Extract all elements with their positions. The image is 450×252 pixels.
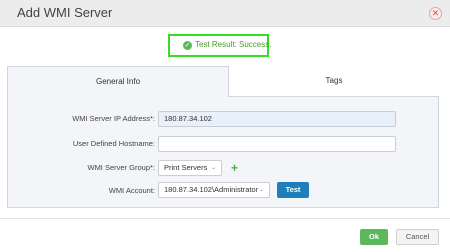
hostname-label: User Defined Hostname:	[72, 139, 155, 148]
tab-tags[interactable]: Tags	[229, 66, 439, 97]
add-wmi-server-dialog: Add WMI Server ✕ ✓ Test Result: Success.…	[0, 0, 450, 252]
close-icon[interactable]: ✕	[429, 7, 442, 20]
ok-button[interactable]: Ok	[360, 229, 388, 245]
cancel-button[interactable]: Cancel	[396, 229, 439, 245]
tab-bar: General Info Tags	[7, 66, 439, 97]
ip-address-input[interactable]: 180.87.34.102	[158, 111, 396, 127]
ip-address-label: WMI Server IP Address*:	[72, 114, 155, 123]
footer-divider	[0, 218, 450, 219]
chevron-down-icon: ⌄	[210, 165, 216, 171]
check-circle-icon: ✓	[183, 41, 192, 50]
wmi-account-label: WMI Account:	[108, 186, 155, 195]
tab-general-info[interactable]: General Info	[7, 66, 229, 97]
server-group-select[interactable]: Print Servers ⌄	[158, 160, 222, 176]
wmi-account-select[interactable]: 180.87.34.102\Administrator ⌄	[158, 182, 270, 198]
hostname-input[interactable]	[158, 136, 396, 152]
server-group-label: WMI Server Group*:	[87, 163, 155, 172]
server-group-value: Print Servers	[164, 163, 208, 172]
dialog-titlebar: Add WMI Server ✕	[0, 0, 450, 27]
dialog-title: Add WMI Server	[17, 5, 113, 20]
chevron-down-icon: ⌄	[258, 187, 264, 193]
wmi-account-value: 180.87.34.102\Administrator	[164, 185, 259, 194]
add-group-icon[interactable]: +	[231, 162, 238, 174]
test-result-text: Test Result: Success.	[195, 40, 272, 49]
test-button[interactable]: Test	[277, 182, 309, 198]
